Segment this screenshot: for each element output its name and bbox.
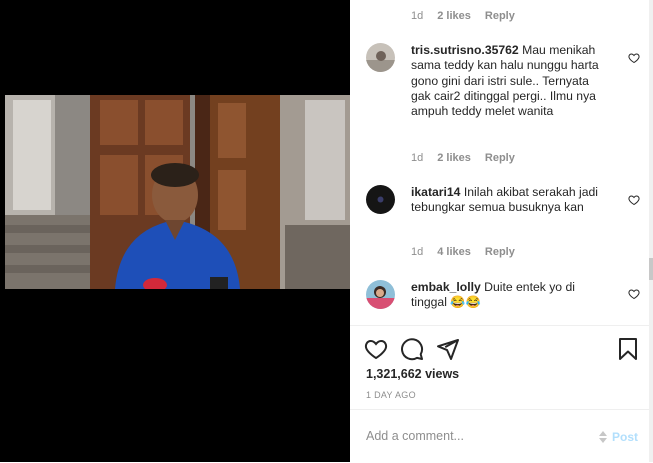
comment-icon[interactable] (400, 337, 424, 361)
heart-icon[interactable] (364, 337, 388, 361)
comment-item: embak_lolly Duite entek yo di tinggal 😂😂 (366, 280, 640, 320)
comment-likes[interactable]: 4 likes (437, 246, 471, 258)
heart-icon[interactable] (628, 288, 640, 300)
heart-icon[interactable] (628, 194, 640, 206)
post-date[interactable]: 1 DAY AGO (366, 390, 416, 400)
comment-time: 1d (411, 152, 424, 164)
comments-panel: 1d 2 likes Reply tris.sutrisno.35762 Mau… (350, 0, 653, 462)
comment-item: tris.sutrisno.35762 Mau menikah sama ted… (366, 43, 640, 153)
comment-item: ikatari14 Inilah akibat serakah jadi teb… (366, 185, 640, 245)
heart-icon[interactable] (628, 52, 640, 64)
avatar[interactable] (366, 280, 395, 309)
reply-button[interactable]: Reply (485, 246, 515, 258)
video-frame (5, 95, 350, 289)
reply-button[interactable]: Reply (485, 10, 515, 22)
view-count[interactable]: 1,321,662 views (366, 367, 459, 381)
comment-username[interactable]: ikatari14 (411, 185, 460, 199)
comment-meta: 1d 2 likes Reply (411, 152, 515, 164)
add-comment-bar: Add a comment... Post (350, 409, 653, 463)
scrollbar[interactable] (649, 0, 653, 462)
comment-username[interactable]: embak_lolly (411, 280, 481, 294)
comment-meta: 1d 2 likes Reply (411, 10, 515, 22)
bookmark-icon[interactable] (616, 337, 640, 361)
scrollbar-thumb[interactable] (649, 258, 653, 280)
reply-button[interactable]: Reply (485, 152, 515, 164)
comment-likes[interactable]: 2 likes (437, 10, 471, 22)
avatar[interactable] (366, 43, 395, 72)
post-button[interactable]: Post (612, 430, 638, 444)
avatar[interactable] (366, 185, 395, 214)
post-actions: 1,321,662 views 1 DAY AGO (350, 325, 653, 410)
comment-likes[interactable]: 2 likes (437, 152, 471, 164)
share-icon[interactable] (436, 337, 460, 361)
spinner-icon (599, 431, 607, 443)
video-player[interactable] (0, 0, 350, 462)
comment-meta: 1d 4 likes Reply (411, 246, 515, 258)
comment-time: 1d (411, 246, 424, 258)
comment-time: 1d (411, 10, 424, 22)
comment-input[interactable]: Add a comment... (366, 429, 464, 443)
comment-username[interactable]: tris.sutrisno.35762 (411, 43, 519, 57)
